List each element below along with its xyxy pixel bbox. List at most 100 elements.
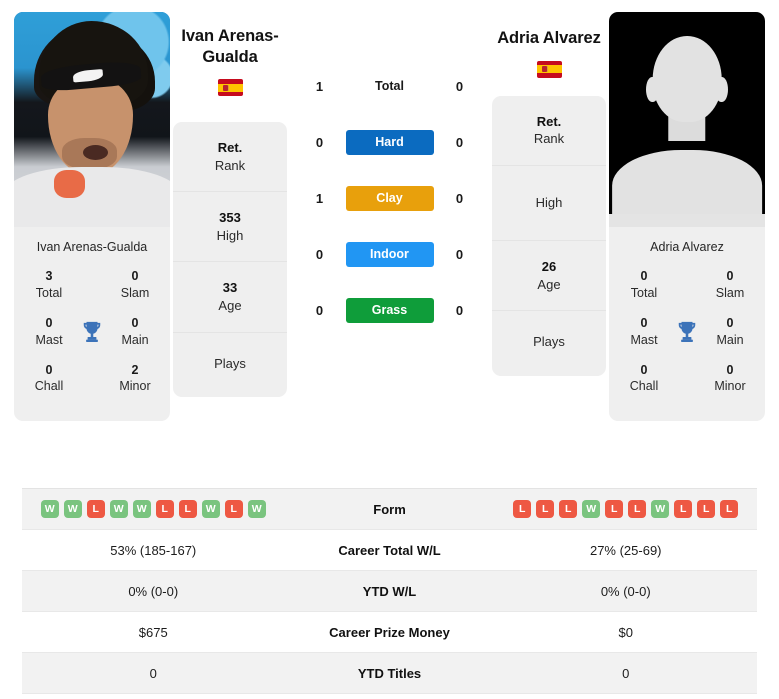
left-surface-grass-value: 0 (315, 302, 324, 318)
left-rank-age-label: Age (218, 297, 242, 313)
surface-chip-hard[interactable]: Hard (345, 129, 434, 155)
form-badge-w: W (651, 500, 670, 518)
table-row-career-total-wl: 53% (185-167) Career Total W/L 27% (25-6… (22, 530, 757, 571)
left-titles-minor-label: Minor (119, 379, 151, 394)
trophy-icon (83, 321, 101, 342)
silhouette-head (652, 35, 722, 122)
table-row-form: WWLWWLLWLW Form LLLWLLWLLL (22, 489, 757, 530)
form-badge-w: W (132, 500, 151, 518)
form-badge-l: L (697, 500, 716, 518)
right-titles-slam-value: 0 (726, 269, 734, 283)
surface-chip-clay[interactable]: Clay (345, 185, 434, 211)
right-player-card-name: Adria Alvarez (650, 240, 724, 254)
silhouette-ear-right (715, 76, 728, 103)
form-badge-l: L (720, 500, 739, 518)
left-name-column: Ivan Arenas- Gualda Ret. Rank 353 High 33… (170, 0, 290, 398)
row-label-career-prize-money: Career Prize Money (329, 624, 450, 640)
right-rank-current-value: Ret. (536, 113, 562, 129)
left-titles-mast-label: Mast (35, 332, 63, 347)
right-rank-high: High (492, 166, 606, 242)
surface-row-total: 1 Total 0 (290, 58, 489, 114)
table-row-ytd-titles: 0 YTD Titles 0 (22, 653, 757, 694)
right-rank-plays-label: Plays (533, 334, 565, 350)
right-titles-total: 0 Total (621, 269, 667, 301)
right-rank-age: 26 Age (492, 241, 606, 312)
comparison-stats-table: WWLWWLLWLW Form LLLWLLWLLL 53% (185-167)… (22, 488, 757, 694)
table-row-ytd-wl: 0% (0-0) YTD W/L 0% (0-0) (22, 571, 757, 612)
row-label-ytd-titles: YTD Titles (357, 665, 422, 681)
surface-row-clay: 1 Clay 0 (290, 170, 489, 226)
form-badge-l: L (178, 500, 197, 518)
left-player-card[interactable]: Ivan Arenas-Gualda 3 Total 0 Slam 0 Mast… (14, 12, 170, 421)
left-titles-main-label: Main (121, 332, 149, 347)
surface-chip-total: Total (375, 78, 404, 93)
right-player-card[interactable]: Adria Alvarez 0 Total 0 Slam 0 Mast 0 Ma… (609, 12, 765, 421)
silhouette-ear-left (646, 76, 659, 103)
left-player-photo (14, 12, 170, 227)
right-titles-mast-value: 0 (640, 315, 648, 330)
left-titles-stats: 3 Total 0 Slam 0 Mast 0 Main 0 Chall 2 M… (14, 266, 170, 421)
form-badge-l: L (559, 500, 578, 518)
right-rank-high-label: High (535, 194, 563, 210)
left-rank-age: 33 Age (173, 262, 287, 333)
right-surface-indoor-value: 0 (455, 246, 464, 262)
left-titles-main: 0 Main (112, 316, 158, 348)
left-titles-minor-value: 2 (131, 362, 139, 377)
surface-chip-hard-wrap: Hard (342, 129, 438, 155)
surface-chip-indoor[interactable]: Indoor (345, 241, 434, 267)
right-surface-total-value: 0 (455, 78, 464, 94)
left-rank-high-label: High (216, 227, 244, 243)
surface-chip-grass-wrap: Grass (342, 297, 438, 323)
right-titles-minor: 0 Minor (707, 363, 753, 395)
flag-crest (542, 66, 547, 73)
left-surface-total-value: 1 (315, 78, 324, 94)
right-ytd-titles: 0 (622, 665, 630, 681)
left-titles-main-value: 0 (131, 315, 139, 330)
surface-chip-grass[interactable]: Grass (345, 297, 434, 323)
right-player-name[interactable]: Adria Alvarez (497, 28, 601, 49)
left-ytd-wl: 0% (0-0) (128, 583, 179, 599)
right-rank-current: Ret. Rank (492, 96, 606, 166)
left-player-name[interactable]: Ivan Arenas- Gualda (181, 26, 278, 67)
left-titles-chall-value: 0 (45, 362, 53, 377)
flag-crest (223, 84, 228, 91)
form-badge-l: L (674, 500, 693, 518)
left-titles-total-label: Total (35, 285, 63, 300)
form-badge-w: W (582, 500, 601, 518)
surface-titles-column: 1 Total 0 0 Hard 0 1 Clay 0 0 Indoor 0 0… (290, 0, 489, 338)
right-surface-clay-value: 0 (455, 190, 464, 206)
right-career-total-wl: 27% (25-69) (589, 542, 662, 558)
left-titles-chall: 0 Chall (26, 363, 72, 395)
form-badge-w: W (247, 500, 266, 518)
left-rank-current-value: Ret. (217, 140, 243, 156)
right-titles-main-value: 0 (726, 315, 734, 330)
spain-flag-icon (536, 60, 562, 78)
right-rank-card: Ret. Rank High 26 Age Plays (492, 95, 606, 376)
left-titles-row-3: 0 Chall 2 Minor (20, 360, 164, 407)
left-career-total-wl: 53% (185-167) (110, 542, 197, 558)
surface-chip-clay-wrap: Clay (342, 185, 438, 211)
left-form-cell: WWLWWLLWLW (22, 494, 285, 524)
flag-stripe (217, 83, 243, 92)
photo-mouth (82, 145, 108, 161)
right-titles-stats: 0 Total 0 Slam 0 Mast 0 Main 0 Chall 0 M… (609, 266, 765, 421)
left-titles-slam: 0 Slam (112, 269, 158, 301)
left-rank-high-value: 353 (219, 210, 241, 226)
right-titles-main: 0 Main (707, 316, 753, 348)
form-badge-l: L (224, 500, 243, 518)
player-comparison-page: Ivan Arenas-Gualda 3 Total 0 Slam 0 Mast… (0, 0, 779, 699)
surface-row-hard: 0 Hard 0 (290, 114, 489, 170)
left-form-badges: WWLWWLLWLW (26, 500, 281, 518)
right-titles-chall-value: 0 (640, 362, 648, 377)
right-titles-mast: 0 Mast (621, 316, 667, 348)
left-career-prize-money: $675 (138, 624, 168, 640)
form-badge-l: L (86, 500, 105, 518)
left-player-card-name: Ivan Arenas-Gualda (36, 240, 148, 254)
right-surface-hard-value: 0 (455, 134, 464, 150)
left-titles-minor: 2 Minor (112, 363, 158, 395)
left-rank-plays-label: Plays (214, 355, 246, 371)
row-label-form: Form (373, 501, 406, 517)
left-rank-age-value: 33 (222, 280, 238, 296)
left-rank-current: Ret. Rank (173, 122, 287, 193)
form-badge-l: L (155, 500, 174, 518)
